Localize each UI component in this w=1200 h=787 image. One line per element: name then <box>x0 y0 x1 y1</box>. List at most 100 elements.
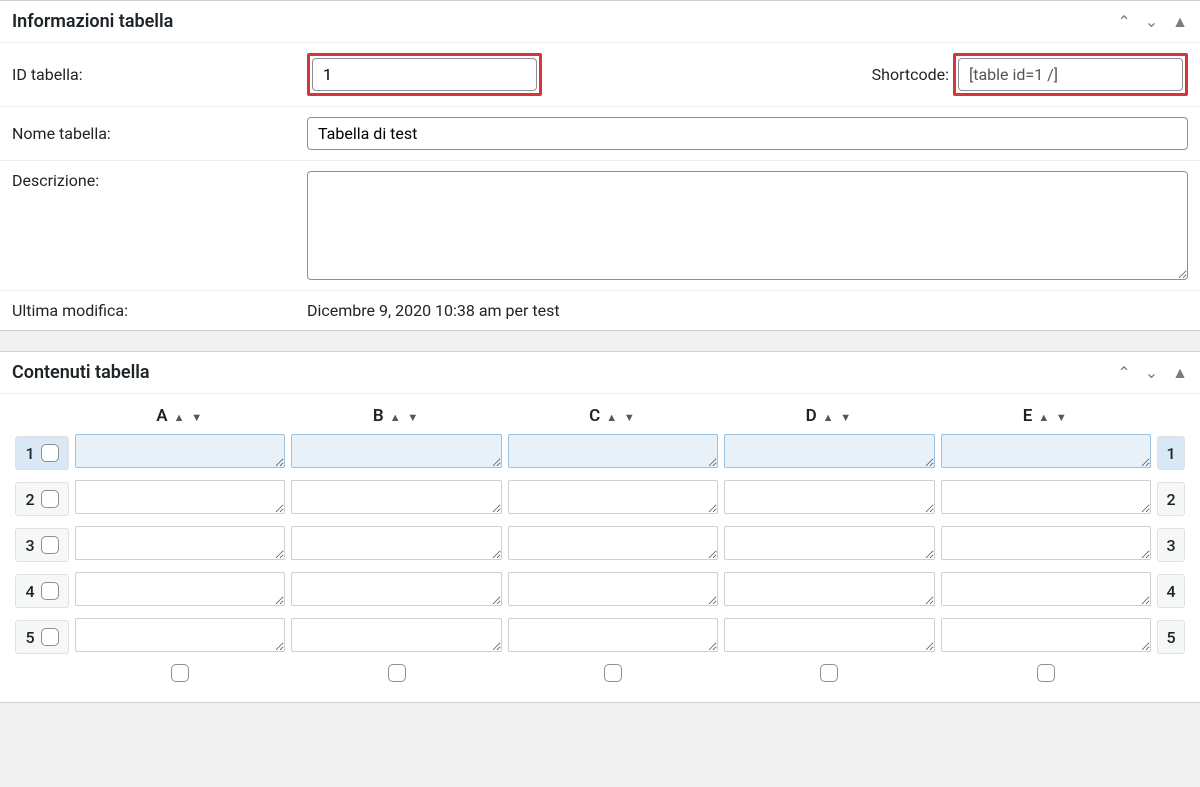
field-description <box>307 171 1188 280</box>
row-handle[interactable]: 1 <box>15 436 69 470</box>
cell-input[interactable] <box>941 618 1151 652</box>
last-modified-text: Dicembre 9, 2020 10:38 am per test <box>307 301 560 320</box>
cell-input[interactable] <box>75 572 285 606</box>
move-down-icon[interactable]: ⌄ <box>1145 14 1158 30</box>
content-grid: A▲ ▼B▲ ▼C▲ ▼D▲ ▼E▲ ▼ 1122334455 <box>12 402 1188 690</box>
cell-input[interactable] <box>724 434 934 468</box>
column-checkbox[interactable] <box>604 664 622 682</box>
row-checkbox[interactable] <box>41 490 59 508</box>
highlight-table-id <box>307 53 542 96</box>
cell-input[interactable] <box>508 572 718 606</box>
cell-input[interactable] <box>75 526 285 560</box>
table-row: 11 <box>12 430 1188 476</box>
label-last-modified: Ultima modifica: <box>12 301 307 320</box>
row-handle[interactable]: 5 <box>15 620 69 654</box>
row-number-right: 3 <box>1157 528 1185 562</box>
row-handle[interactable]: 3 <box>15 528 69 562</box>
highlight-shortcode <box>953 53 1188 96</box>
move-up-icon[interactable]: ⌃ <box>1117 14 1130 30</box>
shortcode-group: Shortcode: <box>872 53 1188 96</box>
column-label: A <box>156 406 167 426</box>
table-row: 55 <box>12 614 1188 660</box>
label-table-id: ID tabella: <box>12 65 307 84</box>
cell-input[interactable] <box>724 618 934 652</box>
cell-input[interactable] <box>941 572 1151 606</box>
row-number: 1 <box>25 444 34 463</box>
row-table-name: Nome tabella: <box>0 107 1200 161</box>
column-label: D <box>806 406 817 426</box>
grid-wrap: A▲ ▼B▲ ▼C▲ ▼D▲ ▼E▲ ▼ 1122334455 <box>0 394 1200 702</box>
cell-input[interactable] <box>508 480 718 514</box>
cell-input[interactable] <box>291 618 501 652</box>
row-checkbox[interactable] <box>41 444 59 462</box>
description-textarea[interactable] <box>307 171 1188 280</box>
panel-controls: ⌃ ⌄ ▲ <box>1117 365 1188 381</box>
row-number-right: 1 <box>1157 436 1185 470</box>
panel-title: Informazioni tabella <box>12 11 1117 32</box>
cell-input[interactable] <box>291 572 501 606</box>
column-label: B <box>373 406 384 426</box>
sort-arrows-icon[interactable]: ▲ ▼ <box>174 411 205 424</box>
cell-input[interactable] <box>75 618 285 652</box>
cell-input[interactable] <box>724 572 934 606</box>
panel-header: Contenuti tabella ⌃ ⌄ ▲ <box>0 352 1200 394</box>
label-shortcode: Shortcode: <box>872 65 949 84</box>
collapse-icon[interactable]: ▲ <box>1172 14 1188 30</box>
table-row: 22 <box>12 476 1188 522</box>
column-checkbox[interactable] <box>820 664 838 682</box>
cell-input[interactable] <box>508 618 718 652</box>
row-number: 2 <box>25 490 34 509</box>
cell-input[interactable] <box>291 526 501 560</box>
move-up-icon[interactable]: ⌃ <box>1117 365 1130 381</box>
panel-header: Informazioni tabella ⌃ ⌄ ▲ <box>0 1 1200 43</box>
sort-arrows-icon[interactable]: ▲ ▼ <box>1038 411 1069 424</box>
field-table-name <box>307 117 1188 150</box>
row-checkbox[interactable] <box>41 582 59 600</box>
cell-input[interactable] <box>508 434 718 468</box>
cell-input[interactable] <box>724 480 934 514</box>
grid-head: A▲ ▼B▲ ▼C▲ ▼D▲ ▼E▲ ▼ <box>12 402 1188 430</box>
label-description: Descrizione: <box>12 171 307 190</box>
row-number: 3 <box>25 536 34 555</box>
cell-input[interactable] <box>941 480 1151 514</box>
cell-input[interactable] <box>941 434 1151 468</box>
column-header[interactable]: C▲ ▼ <box>505 402 721 430</box>
table-id-input[interactable] <box>312 58 537 91</box>
panel-body: ID tabella: Shortcode: Nome tabella: <box>0 43 1200 330</box>
move-down-icon[interactable]: ⌄ <box>1145 365 1158 381</box>
column-checkbox[interactable] <box>1037 664 1055 682</box>
cell-input[interactable] <box>941 526 1151 560</box>
column-label: E <box>1023 406 1033 426</box>
shortcode-input[interactable] <box>958 58 1183 91</box>
cell-input[interactable] <box>508 526 718 560</box>
grid-foot <box>12 660 1188 690</box>
collapse-icon[interactable]: ▲ <box>1172 365 1188 381</box>
column-header[interactable]: B ▲ ▼ <box>288 402 504 430</box>
panel-controls: ⌃ ⌄ ▲ <box>1117 14 1188 30</box>
cell-input[interactable] <box>291 480 501 514</box>
cell-input[interactable] <box>75 434 285 468</box>
row-handle[interactable]: 4 <box>15 574 69 608</box>
cell-input[interactable] <box>724 526 934 560</box>
field-last-modified: Dicembre 9, 2020 10:38 am per test <box>307 301 1188 320</box>
sort-arrows-icon[interactable]: ▲ ▼ <box>606 411 637 424</box>
row-number: 5 <box>25 628 34 647</box>
sort-arrows-icon[interactable]: ▲ ▼ <box>823 411 854 424</box>
column-checkbox[interactable] <box>388 664 406 682</box>
table-info-panel: Informazioni tabella ⌃ ⌄ ▲ ID tabella: S… <box>0 0 1200 331</box>
row-checkbox[interactable] <box>41 536 59 554</box>
row-number: 4 <box>25 582 34 601</box>
cell-input[interactable] <box>75 480 285 514</box>
column-header[interactable]: E ▲ ▼ <box>938 402 1154 430</box>
cell-input[interactable] <box>291 434 501 468</box>
table-row: 33 <box>12 522 1188 568</box>
sort-arrows-icon[interactable]: ▲ ▼ <box>390 411 421 424</box>
column-header[interactable]: A ▲ ▼ <box>72 402 288 430</box>
row-handle[interactable]: 2 <box>15 482 69 516</box>
column-checkbox[interactable] <box>171 664 189 682</box>
table-content-panel: Contenuti tabella ⌃ ⌄ ▲ A▲ ▼B▲ ▼C▲ ▼D▲ ▼… <box>0 351 1200 703</box>
table-name-input[interactable] <box>307 117 1188 150</box>
column-header[interactable]: D ▲ ▼ <box>721 402 937 430</box>
field-table-id: Shortcode: <box>307 53 1188 96</box>
row-checkbox[interactable] <box>41 628 59 646</box>
